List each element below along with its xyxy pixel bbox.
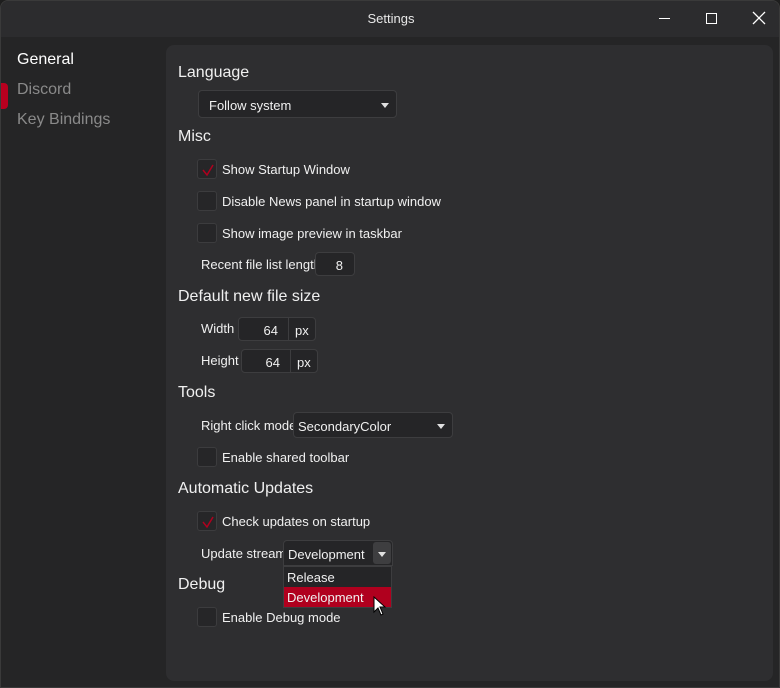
sidebar-item-discord[interactable]: Discord (17, 81, 71, 99)
right-click-mode-label: Right click mode (201, 418, 297, 433)
sidebar-item-key-bindings[interactable]: Key Bindings (17, 111, 110, 129)
minimize-button[interactable] (641, 1, 687, 37)
enable-debug-mode-label: Enable Debug mode (222, 610, 341, 625)
update-stream-label: Update stream (201, 546, 287, 561)
close-button[interactable] (735, 1, 779, 37)
settings-window: Settings General Discord Key Bindings La… (0, 0, 780, 688)
sidebar: General Discord Key Bindings (1, 37, 166, 687)
right-click-mode-value: SecondaryColor (298, 419, 392, 434)
maximize-button[interactable] (688, 1, 734, 37)
recent-file-list-length-label: Recent file list length (201, 257, 321, 272)
height-value: 64 (265, 355, 280, 370)
width-input[interactable]: 64 (238, 317, 289, 341)
close-icon (752, 11, 766, 25)
disable-news-panel-checkbox[interactable] (197, 191, 217, 211)
check-updates-on-startup-checkbox[interactable] (197, 511, 217, 531)
minimize-icon (659, 18, 670, 19)
height-label: Height (201, 353, 239, 368)
show-image-preview-label: Show image preview in taskbar (222, 226, 402, 241)
width-label: Width (201, 321, 235, 336)
maximize-icon (706, 13, 717, 24)
width-unit: px (288, 317, 316, 341)
language-select[interactable]: Follow system (198, 90, 397, 118)
recent-file-list-length-input[interactable]: 8 (315, 252, 355, 276)
active-nav-indicator (1, 83, 8, 109)
mouse-cursor-icon (373, 596, 387, 616)
show-startup-window-checkbox[interactable] (197, 159, 217, 179)
sidebar-item-general[interactable]: General (17, 51, 74, 69)
title-bar[interactable]: Settings (1, 1, 779, 37)
disable-news-panel-label: Disable News panel in startup window (222, 194, 441, 209)
update-stream-select[interactable]: Development (283, 540, 393, 566)
show-startup-window-label: Show Startup Window (222, 162, 350, 177)
height-input[interactable]: 64 (241, 349, 291, 373)
section-heading-tools: Tools (178, 384, 216, 401)
recent-file-list-length-value: 8 (335, 258, 343, 273)
enable-shared-toolbar-checkbox[interactable] (197, 447, 217, 467)
checkmark-icon (202, 164, 214, 177)
section-heading-debug: Debug (178, 576, 226, 593)
language-select-value: Follow system (209, 98, 292, 113)
section-heading-language: Language (178, 64, 250, 81)
chevron-down-icon (378, 552, 386, 557)
checkmark-icon (202, 516, 214, 529)
height-unit-label: px (297, 355, 311, 370)
enable-debug-mode-checkbox[interactable] (197, 607, 217, 627)
chevron-down-icon (381, 103, 389, 108)
dropdown-option-release[interactable]: Release (284, 567, 391, 587)
show-image-preview-checkbox[interactable] (197, 223, 217, 243)
section-heading-misc: Misc (178, 128, 211, 145)
check-updates-on-startup-label: Check updates on startup (222, 514, 371, 529)
section-heading-default-new-file-size: Default new file size (178, 288, 321, 305)
chevron-down-icon (437, 424, 445, 429)
section-heading-automatic-updates: Automatic Updates (178, 480, 314, 497)
width-unit-label: px (295, 323, 309, 338)
update-stream-value: Development (288, 547, 365, 562)
enable-shared-toolbar-label: Enable shared toolbar (222, 450, 350, 465)
right-click-mode-select[interactable]: SecondaryColor (293, 412, 453, 438)
height-unit: px (290, 349, 318, 373)
settings-panel: Language Follow system Misc Show Startup… (166, 45, 773, 681)
width-value: 64 (263, 323, 278, 338)
